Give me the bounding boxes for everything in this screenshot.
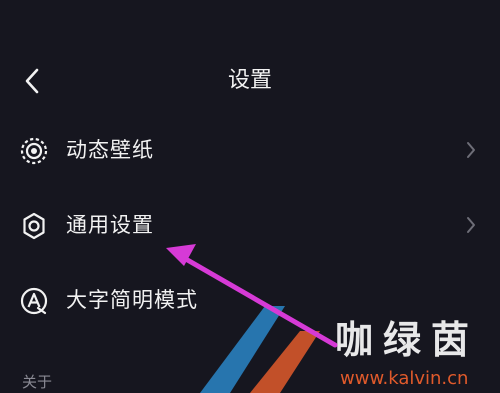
- settings-item-label: 大字简明模式: [66, 288, 198, 312]
- gear-icon: [23, 212, 45, 240]
- watermark-logo-icon: [200, 306, 320, 393]
- chevron-right-icon: [467, 142, 475, 158]
- live-wallpaper-icon: [20, 137, 48, 165]
- settings-item-live-wallpaper[interactable]: 动态壁纸: [0, 120, 500, 180]
- settings-item-general-settings[interactable]: 通用设置: [0, 195, 500, 255]
- page-title: 设置: [227, 68, 272, 93]
- watermark-title: 咖绿茵: [335, 318, 480, 362]
- settings-item-label: 动态壁纸: [66, 138, 154, 162]
- watermark-url: www.kalvin.cn: [340, 368, 469, 389]
- large-font-mode-icon: [20, 287, 48, 315]
- settings-item-label: 通用设置: [66, 213, 154, 237]
- section-label-about: 关于: [22, 373, 53, 391]
- chevron-right-icon: [467, 217, 475, 233]
- app-header: 设置: [0, 52, 500, 112]
